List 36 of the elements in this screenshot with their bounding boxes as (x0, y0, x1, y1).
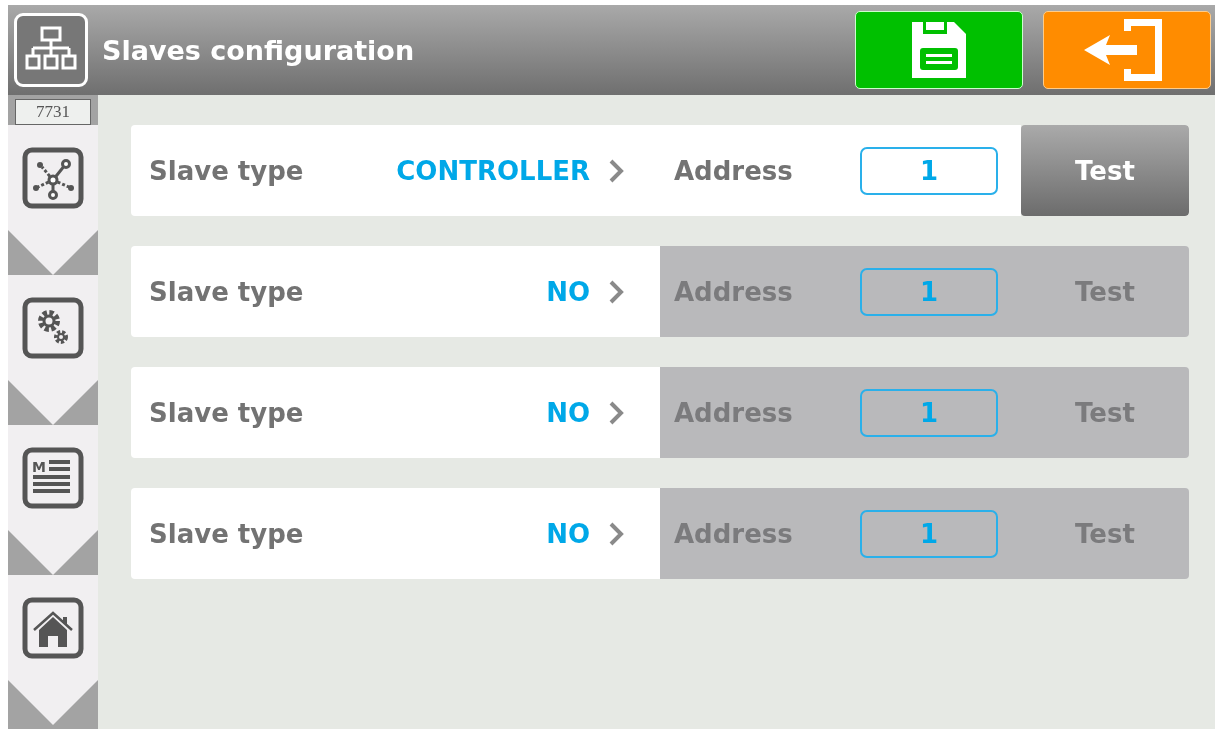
slave-type-value[interactable]: NO (546, 397, 590, 428)
address-field[interactable]: 1 (860, 146, 998, 195)
field-label: Address (674, 276, 794, 307)
slave-type-value[interactable]: NO (546, 518, 590, 549)
slave-type-value[interactable]: CONTROLLER (396, 155, 590, 186)
exit-button[interactable] (1043, 11, 1211, 89)
sidebar-tab[interactable]: M (8, 425, 98, 575)
field-label: Slave type (149, 518, 305, 549)
chevron-right-icon[interactable] (608, 399, 624, 426)
network-node-icon (22, 147, 84, 209)
field-label: Address (674, 397, 794, 428)
save-button[interactable] (855, 11, 1023, 89)
chevron-right-icon[interactable] (608, 278, 624, 305)
field-label: Address (674, 518, 794, 549)
address-field[interactable]: 1 (860, 509, 998, 558)
field-label: Address (674, 155, 794, 186)
test-button[interactable]: Test (1021, 125, 1189, 216)
test-button[interactable]: Test (1021, 488, 1189, 579)
test-button[interactable]: Test (1021, 367, 1189, 458)
sidebar-tab[interactable] (8, 125, 98, 275)
test-button[interactable]: Test (1021, 246, 1189, 337)
document-icon: M (22, 447, 84, 509)
chevron-right-icon[interactable] (608, 157, 624, 184)
address-field[interactable]: 1 (860, 388, 998, 437)
gears-icon (22, 297, 84, 359)
field-label: Slave type (149, 397, 305, 428)
screen-title: Slaves configuration (102, 34, 416, 66)
house-icon (22, 597, 84, 659)
field-label: Slave type (149, 155, 305, 186)
field-label: Slave type (149, 276, 305, 307)
address-field[interactable]: 1 (860, 267, 998, 316)
sidebar-tab[interactable] (8, 275, 98, 425)
chevron-right-icon[interactable] (608, 520, 624, 547)
device-id-label: 7731 (15, 99, 91, 125)
sidebar-tab[interactable] (8, 575, 98, 725)
slave-type-value[interactable]: NO (546, 276, 590, 307)
